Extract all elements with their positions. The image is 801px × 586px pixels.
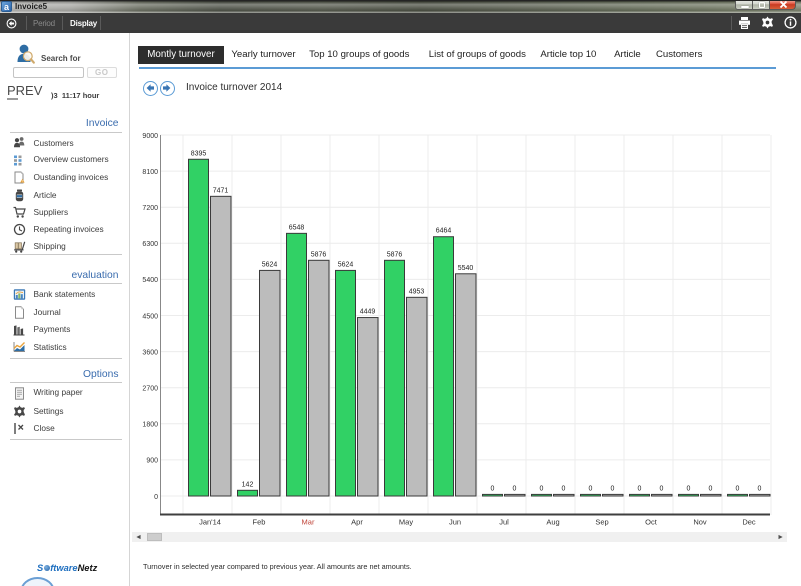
svg-text:9000: 9000 bbox=[142, 133, 158, 140]
svg-text:0: 0 bbox=[154, 494, 158, 501]
svg-text:Sep: Sep bbox=[595, 518, 608, 527]
svg-text:0: 0 bbox=[491, 485, 495, 492]
svg-text:0: 0 bbox=[687, 485, 691, 492]
svg-text:4500: 4500 bbox=[142, 313, 158, 320]
svg-text:900: 900 bbox=[146, 458, 158, 465]
svg-text:Dec: Dec bbox=[742, 518, 756, 527]
svg-text:0: 0 bbox=[758, 485, 762, 492]
svg-text:Jul: Jul bbox=[499, 518, 509, 527]
svg-text:8100: 8100 bbox=[142, 169, 158, 176]
svg-text:0: 0 bbox=[611, 485, 615, 492]
svg-text:0: 0 bbox=[562, 485, 566, 492]
svg-text:4953: 4953 bbox=[409, 288, 425, 295]
svg-text:8395: 8395 bbox=[191, 150, 207, 157]
svg-text:2700: 2700 bbox=[142, 386, 158, 393]
svg-text:5876: 5876 bbox=[311, 251, 327, 258]
svg-text:Mar: Mar bbox=[302, 518, 315, 527]
svg-text:0: 0 bbox=[540, 485, 544, 492]
svg-text:Jan'14: Jan'14 bbox=[199, 518, 221, 527]
svg-text:0: 0 bbox=[736, 485, 740, 492]
svg-text:5400: 5400 bbox=[142, 277, 158, 284]
svg-text:Feb: Feb bbox=[253, 518, 266, 527]
svg-text:142: 142 bbox=[242, 481, 254, 488]
svg-text:7200: 7200 bbox=[142, 205, 158, 212]
svg-text:Nov: Nov bbox=[693, 518, 707, 527]
svg-text:5876: 5876 bbox=[387, 251, 403, 258]
svg-text:6548: 6548 bbox=[289, 224, 305, 231]
svg-text:7471: 7471 bbox=[213, 187, 229, 194]
svg-text:3600: 3600 bbox=[142, 349, 158, 356]
svg-text:May: May bbox=[399, 518, 413, 527]
svg-text:6464: 6464 bbox=[436, 228, 452, 235]
svg-text:1800: 1800 bbox=[142, 422, 158, 429]
svg-text:5624: 5624 bbox=[262, 261, 278, 268]
svg-text:0: 0 bbox=[660, 485, 664, 492]
svg-text:5540: 5540 bbox=[458, 265, 474, 272]
svg-text:0: 0 bbox=[709, 485, 713, 492]
svg-text:4449: 4449 bbox=[360, 309, 376, 316]
svg-text:Aug: Aug bbox=[546, 518, 559, 527]
svg-text:5624: 5624 bbox=[338, 261, 354, 268]
svg-text:0: 0 bbox=[589, 485, 593, 492]
svg-text:Apr: Apr bbox=[351, 518, 363, 527]
svg-text:6300: 6300 bbox=[142, 241, 158, 248]
svg-text:0: 0 bbox=[513, 485, 517, 492]
svg-text:0: 0 bbox=[638, 485, 642, 492]
svg-text:Oct: Oct bbox=[645, 518, 658, 527]
svg-text:Jun: Jun bbox=[449, 518, 461, 527]
svg-text:!: ! bbox=[22, 179, 23, 183]
